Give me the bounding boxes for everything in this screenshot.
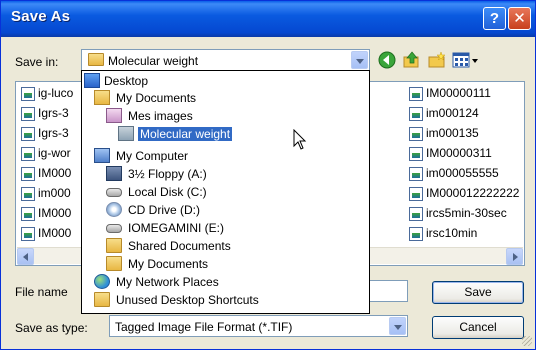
chevron-down-icon[interactable] [389,317,406,335]
image-file-icon [409,207,423,221]
network-places-icon [94,274,110,289]
image-file-icon [409,147,423,161]
dropdown-item-iomegamini[interactable]: IOMEGAMINI (E:) [82,220,362,237]
image-file-icon [21,227,35,241]
hard-disk-icon [106,188,122,197]
my-computer-icon [94,148,110,163]
help-button[interactable]: ? [483,7,506,30]
save-as-dialog: Save As ? ✕ Save in: Molecular weight ig… [0,0,536,350]
save-as-type-label: Save as type: [15,321,88,335]
cd-drive-icon [106,202,122,217]
chevron-down-icon[interactable] [351,51,368,69]
desktop-icon [84,73,100,88]
pictures-folder-icon [106,108,122,123]
removable-drive-icon [106,224,122,233]
image-file-icon [409,227,423,241]
save-in-dropdown-list[interactable]: Desktop My Documents Mes images Molecula… [81,70,370,314]
dropdown-item-my-documents[interactable]: My Documents [82,90,362,107]
image-file-icon [21,207,35,221]
save-in-label: Save in: [15,55,59,69]
dropdown-item-my-computer[interactable]: My Computer [82,148,362,165]
image-file-icon [21,167,35,181]
new-folder-icon[interactable] [427,51,447,69]
dropdown-item-shared-documents[interactable]: Shared Documents [82,238,362,255]
image-file-icon [21,87,35,101]
save-in-value: Molecular weight [108,54,199,68]
cancel-button[interactable]: Cancel [432,316,524,339]
window-title: Save As [11,8,71,25]
dropdown-item-floppy[interactable]: 3½ Floppy (A:) [82,166,362,183]
floppy-drive-icon [106,166,122,181]
dropdown-item-mes-images[interactable]: Mes images [82,108,362,125]
dropdown-item-local-disk[interactable]: Local Disk (C:) [82,184,362,201]
image-file-icon [409,127,423,141]
back-icon[interactable] [377,51,397,69]
dropdown-item-my-documents-2[interactable]: My Documents [82,256,362,273]
open-folder-icon [118,126,134,141]
close-button[interactable]: ✕ [508,7,531,30]
up-folder-icon[interactable] [402,51,422,69]
image-file-icon [409,107,423,121]
folder-icon [106,238,122,253]
resize-grip[interactable] [522,336,532,346]
mouse-cursor-icon [293,129,307,150]
folder-icon [94,292,110,307]
save-as-type-combo[interactable]: Tagged Image File Format (*.TIF) [109,315,408,337]
dropdown-item-my-network-places[interactable]: My Network Places [82,274,362,291]
my-documents-icon [94,90,110,105]
image-file-icon [409,187,423,201]
image-file-icon [21,187,35,201]
save-button[interactable]: Save [432,281,524,304]
dropdown-item-cd-drive[interactable]: CD Drive (D:) [82,202,362,219]
file-name-label: File name [15,285,68,299]
save-in-combo[interactable]: Molecular weight [81,49,370,71]
scroll-right-icon[interactable] [506,248,523,265]
folder-icon [106,256,122,271]
image-file-icon [21,127,35,141]
dropdown-item-unused-desktop-shortcuts[interactable]: Unused Desktop Shortcuts [82,292,362,309]
scroll-left-icon[interactable] [17,248,34,265]
dropdown-item-desktop[interactable]: Desktop [82,73,362,90]
views-menu-icon[interactable] [452,51,480,69]
save-as-type-value: Tagged Image File Format (*.TIF) [115,320,293,334]
image-file-icon [21,147,35,161]
image-file-icon [409,87,423,101]
image-file-icon [409,167,423,181]
dropdown-item-molecular-weight[interactable]: Molecular weight [82,126,362,143]
image-file-icon [21,107,35,121]
title-bar[interactable]: Save As ? ✕ [1,1,535,37]
folder-icon [88,53,104,66]
